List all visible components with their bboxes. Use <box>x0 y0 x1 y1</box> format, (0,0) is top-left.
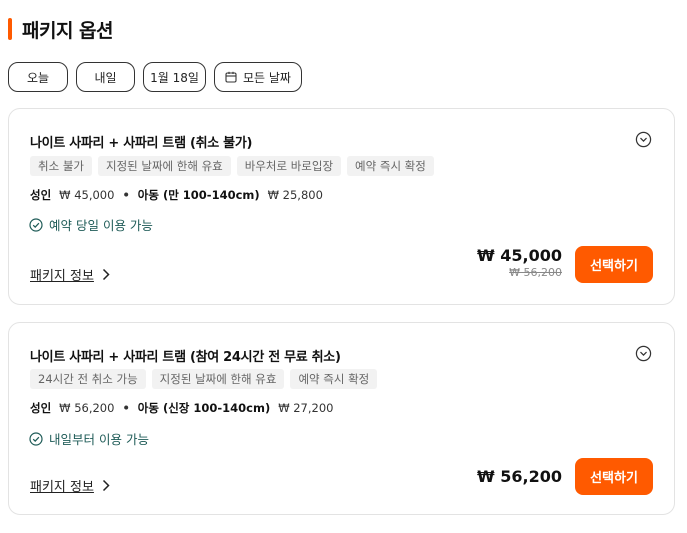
child-label: 아동 (만 100-140cm) <box>137 188 260 202</box>
package-info-link[interactable]: 패키지 정보 <box>30 265 110 284</box>
separator-dot: • <box>122 401 130 415</box>
package-price: ₩ 45,000 <box>477 246 562 265</box>
adult-label: 성인 <box>30 401 52 415</box>
price-box: ₩ 45,000 ₩ 56,200 <box>477 246 562 279</box>
date-chip-all-dates[interactable]: 모든 날짜 <box>214 62 302 92</box>
package-tags: 24시간 전 취소 가능 지정된 날짜에 한해 유효 예약 즉시 확정 <box>30 369 378 389</box>
tag: 취소 불가 <box>30 156 92 176</box>
check-circle-icon <box>29 431 43 446</box>
adult-label: 성인 <box>30 188 52 202</box>
package-title: 나이트 사파리 + 사파리 트램 (취소 불가) <box>30 136 253 151</box>
section-title: 패키지 옵션 <box>22 19 114 42</box>
availability-text: 예약 당일 이용 가능 <box>49 218 153 233</box>
date-chip-tomorrow[interactable]: 내일 <box>76 62 135 92</box>
child-price: ₩ 25,800 <box>267 188 323 202</box>
package-info-label: 패키지 정보 <box>30 269 94 284</box>
tag: 24시간 전 취소 가능 <box>30 369 146 389</box>
tag: 예약 즉시 확정 <box>347 156 434 176</box>
package-price: ₩ 56,200 <box>477 467 562 486</box>
calendar-icon <box>225 71 237 83</box>
select-button[interactable]: 선택하기 <box>575 458 653 495</box>
package-info-link[interactable]: 패키지 정보 <box>30 476 110 495</box>
package-tags: 취소 불가 지정된 날짜에 한해 유효 바우처로 바로입장 예약 즉시 확정 <box>30 156 434 176</box>
chevron-right-icon <box>102 268 110 281</box>
tag: 바우처로 바로입장 <box>236 156 342 176</box>
tag: 지정된 날짜에 한해 유효 <box>151 369 285 389</box>
availability-text: 내일부터 이용 가능 <box>49 432 149 447</box>
adult-price: ₩ 45,000 <box>59 188 115 202</box>
date-chip-today[interactable]: 오늘 <box>8 62 68 92</box>
date-chip-all-dates-label: 모든 날짜 <box>243 70 291 85</box>
chevron-down-icon[interactable] <box>635 131 652 148</box>
date-filter: 오늘 내일 1월 18일 모든 날짜 <box>8 62 302 92</box>
child-price: ₩ 27,200 <box>278 401 334 415</box>
package-card: 나이트 사파리 + 사파리 트램 (취소 불가) 취소 불가 지정된 날짜에 한… <box>8 108 675 305</box>
price-box: ₩ 56,200 <box>477 467 562 486</box>
section-header: 패키지 옵션 <box>8 16 114 42</box>
tag: 지정된 날짜에 한해 유효 <box>97 156 231 176</box>
price-breakdown: 성인 ₩ 45,000 • 아동 (만 100-140cm) ₩ 25,800 <box>30 187 323 203</box>
separator-dot: • <box>122 188 130 202</box>
price-breakdown: 성인 ₩ 56,200 • 아동 (신장 100-140cm) ₩ 27,200 <box>30 400 333 416</box>
select-button[interactable]: 선택하기 <box>575 246 653 283</box>
chevron-right-icon <box>102 479 110 492</box>
adult-price: ₩ 56,200 <box>59 401 115 415</box>
child-label: 아동 (신장 100-140cm) <box>137 401 271 415</box>
chevron-down-icon[interactable] <box>635 345 652 362</box>
package-title: 나이트 사파리 + 사파리 트램 (참여 24시간 전 무료 취소) <box>30 350 341 365</box>
availability: 예약 당일 이용 가능 <box>29 215 153 234</box>
tag: 예약 즉시 확정 <box>290 369 378 389</box>
accent-bar <box>8 18 12 40</box>
date-chip-date[interactable]: 1월 18일 <box>143 62 206 92</box>
check-circle-icon <box>29 217 43 232</box>
original-price: ₩ 56,200 <box>509 266 562 279</box>
package-card: 나이트 사파리 + 사파리 트램 (참여 24시간 전 무료 취소) 24시간 … <box>8 322 675 515</box>
package-info-label: 패키지 정보 <box>30 480 94 495</box>
availability: 내일부터 이용 가능 <box>29 429 149 448</box>
